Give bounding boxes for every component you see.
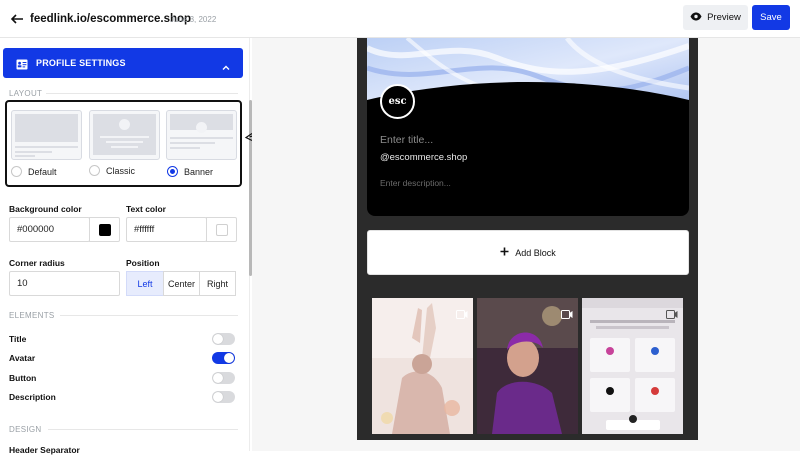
back-arrow-icon[interactable]	[9, 11, 25, 27]
media-tile[interactable]	[477, 298, 578, 434]
profile-settings-header[interactable]: PROFILE SETTINGS	[3, 48, 243, 78]
banner-image	[367, 38, 689, 114]
radio-default[interactable]	[11, 166, 22, 177]
description-toggle[interactable]	[212, 391, 235, 403]
divider	[60, 315, 238, 316]
chevron-up-icon	[222, 59, 230, 70]
settings-panel: PROFILE SETTINGS LAYOUT Default Classic …	[0, 38, 250, 455]
divider	[48, 429, 238, 430]
video-icon	[456, 306, 468, 319]
elements-section-title: ELEMENTS	[9, 311, 55, 320]
corner-radius-label: Corner radius	[9, 258, 65, 268]
layout-selector: Default Classic Banner	[5, 100, 242, 187]
button-toggle[interactable]	[212, 372, 235, 384]
layout-option-label: Default	[28, 166, 57, 177]
card-description-placeholder[interactable]: Enter description...	[380, 178, 451, 188]
title-toggle[interactable]	[212, 333, 235, 345]
radio-classic[interactable]	[89, 165, 100, 176]
position-left-button[interactable]: Left	[126, 271, 164, 296]
header-separator-label: Header Separator	[9, 445, 80, 455]
background-color-label: Background color	[9, 204, 82, 214]
layout-option-classic[interactable]: Classic	[89, 165, 135, 176]
video-icon	[666, 306, 678, 319]
design-section-title: DESIGN	[9, 425, 42, 434]
layout-option-label: Banner	[184, 166, 214, 177]
save-button[interactable]: Save	[752, 5, 790, 30]
divider	[46, 93, 238, 94]
profile-card	[367, 38, 689, 216]
add-block-label: Add Block	[515, 247, 556, 258]
radio-banner[interactable]	[167, 166, 178, 177]
element-title-label: Title	[9, 334, 27, 344]
layout-banner-thumbnail[interactable]	[166, 110, 237, 160]
eye-icon	[690, 12, 702, 24]
plus-icon	[500, 247, 509, 258]
corner-radius-input[interactable]: 10	[9, 271, 120, 296]
text-color-swatch[interactable]	[206, 217, 237, 242]
media-tile[interactable]	[582, 298, 683, 434]
add-block-button[interactable]: Add Block	[367, 230, 689, 275]
element-button-label: Button	[9, 373, 37, 383]
avatar-toggle[interactable]	[212, 352, 235, 364]
layout-classic-thumbnail[interactable]	[89, 110, 160, 160]
profile-settings-label: PROFILE SETTINGS	[36, 58, 126, 68]
video-icon	[561, 306, 573, 319]
layout-section-title: LAYOUT	[9, 89, 43, 98]
preview-label: Preview	[707, 12, 741, 23]
id-card-icon	[16, 57, 28, 70]
card-handle: @escommerce.shop	[380, 152, 468, 163]
layout-option-default[interactable]: Default	[11, 166, 57, 177]
text-color-label: Text color	[126, 204, 166, 214]
avatar: esc	[380, 84, 415, 119]
layout-option-label: Classic	[106, 165, 136, 176]
position-center-button[interactable]: Center	[163, 271, 200, 296]
background-color-swatch[interactable]	[89, 217, 120, 242]
position-right-button[interactable]: Right	[199, 271, 236, 296]
layout-default-thumbnail[interactable]	[11, 110, 82, 160]
layout-option-banner[interactable]: Banner	[167, 166, 213, 177]
site-url: feedlink.io/escommerce.shop	[30, 13, 192, 25]
media-tile[interactable]	[372, 298, 473, 434]
text-color-input[interactable]: #ffffff	[126, 217, 207, 242]
element-description-label: Description	[9, 392, 56, 402]
site-date: June 3, 2022	[170, 15, 217, 24]
element-avatar-label: Avatar	[9, 353, 36, 363]
position-label: Position	[126, 258, 160, 268]
preview-button[interactable]: Preview	[683, 5, 748, 30]
card-title-placeholder[interactable]: Enter title...	[380, 134, 433, 146]
top-bar: feedlink.io/escommerce.shop June 3, 2022…	[0, 0, 800, 38]
background-color-input[interactable]: #000000	[9, 217, 90, 242]
